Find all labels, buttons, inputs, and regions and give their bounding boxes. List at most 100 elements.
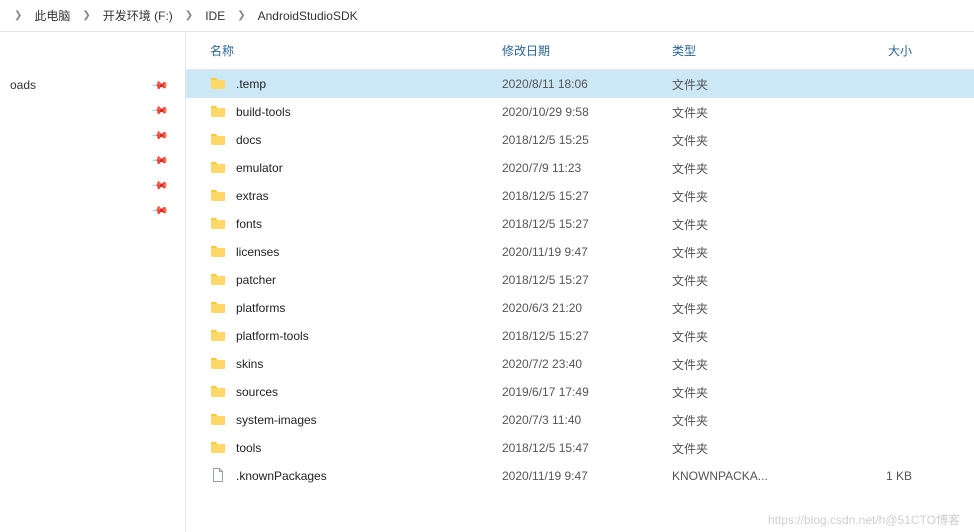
- quick-access-label: oads: [10, 78, 36, 92]
- file-type: 文件夹: [666, 328, 836, 345]
- file-row[interactable]: patcher 2018/12/5 15:27文件夹: [186, 266, 974, 294]
- file-type: 文件夹: [666, 160, 836, 177]
- file-type: 文件夹: [666, 244, 836, 261]
- column-date[interactable]: 修改日期: [496, 42, 666, 59]
- file-row[interactable]: .temp 2020/8/11 18:06文件夹: [186, 70, 974, 98]
- file-name-cell[interactable]: tools: [186, 439, 496, 458]
- file-icon: [210, 467, 236, 486]
- file-row[interactable]: sources 2019/6/17 17:49文件夹: [186, 378, 974, 406]
- folder-icon: [210, 439, 236, 458]
- pin-icon: 📌: [151, 176, 170, 195]
- breadcrumb-item[interactable]: AndroidStudioSDK: [254, 7, 362, 25]
- column-name[interactable]: 名称: [186, 42, 496, 59]
- file-row[interactable]: tools 2018/12/5 15:47文件夹: [186, 434, 974, 462]
- file-name: docs: [236, 133, 261, 147]
- file-name: .temp: [236, 77, 266, 91]
- file-name-cell[interactable]: patcher: [186, 271, 496, 290]
- file-type: 文件夹: [666, 76, 836, 93]
- file-date: 2020/7/2 23:40: [496, 357, 666, 371]
- file-row[interactable]: skins2020/7/2 23:40文件夹: [186, 350, 974, 378]
- breadcrumb-item[interactable]: IDE: [201, 7, 229, 25]
- file-name: build-tools: [236, 105, 291, 119]
- file-name: tools: [236, 441, 261, 455]
- column-type[interactable]: 类型: [666, 42, 836, 59]
- file-name-cell[interactable]: .temp: [186, 75, 496, 94]
- file-type: 文件夹: [666, 356, 836, 373]
- folder-icon: [210, 103, 236, 122]
- folder-icon: [210, 75, 236, 94]
- file-name-cell[interactable]: platform-tools: [186, 327, 496, 346]
- file-row[interactable]: emulator2020/7/9 11:23文件夹: [186, 154, 974, 182]
- folder-icon: [210, 411, 236, 430]
- file-name-cell[interactable]: docs: [186, 131, 496, 150]
- file-name-cell[interactable]: skins: [186, 355, 496, 374]
- chevron-right-icon: ❯: [185, 10, 193, 21]
- file-type: 文件夹: [666, 384, 836, 401]
- file-date: 2018/12/5 15:27: [496, 273, 666, 287]
- file-date: 2020/11/19 9:47: [496, 245, 666, 259]
- file-size: 1 KB: [836, 469, 936, 483]
- file-name-cell[interactable]: extras: [186, 187, 496, 206]
- chevron-right-icon: ❯: [82, 10, 90, 21]
- folder-icon: [210, 187, 236, 206]
- folder-icon: [210, 383, 236, 402]
- file-date: 2020/8/11 18:06: [496, 77, 666, 91]
- file-name: extras: [236, 189, 269, 203]
- file-row[interactable]: licenses2020/11/19 9:47文件夹: [186, 238, 974, 266]
- quick-access-item[interactable]: 📌: [0, 198, 185, 223]
- file-type: 文件夹: [666, 188, 836, 205]
- file-name: sources: [236, 385, 278, 399]
- file-row[interactable]: .knownPackages2020/11/19 9:47KNOWNPACKA.…: [186, 462, 974, 490]
- file-name: patcher: [236, 273, 276, 287]
- breadcrumb[interactable]: ❯ 此电脑 ❯ 开发环境 (F:) ❯ IDE ❯ AndroidStudioS…: [0, 0, 974, 32]
- quick-access-item[interactable]: 📌: [0, 123, 185, 148]
- chevron-right-icon: ❯: [14, 10, 22, 21]
- breadcrumb-item[interactable]: 开发环境 (F:): [99, 5, 177, 26]
- quick-access-item[interactable]: 📌: [0, 98, 185, 123]
- file-date: 2020/7/9 11:23: [496, 161, 666, 175]
- nav-pane[interactable]: oads 📌 📌 📌 📌 📌 📌: [0, 32, 186, 532]
- file-row[interactable]: extras2018/12/5 15:27文件夹: [186, 182, 974, 210]
- file-name-cell[interactable]: .knownPackages: [186, 467, 496, 486]
- file-name-cell[interactable]: build-tools: [186, 103, 496, 122]
- file-row[interactable]: platform-tools 2018/12/5 15:27文件夹: [186, 322, 974, 350]
- file-date: 2018/12/5 15:47: [496, 441, 666, 455]
- column-headers[interactable]: 名称 修改日期 类型 大小: [186, 32, 974, 70]
- folder-icon: [210, 355, 236, 374]
- file-date: 2018/12/5 15:25: [496, 133, 666, 147]
- file-name: platform-tools: [236, 329, 309, 343]
- file-name-cell[interactable]: platforms: [186, 299, 496, 318]
- file-name: system-images: [236, 413, 317, 427]
- file-type: 文件夹: [666, 440, 836, 457]
- pin-icon: 📌: [151, 126, 170, 145]
- file-name: .knownPackages: [236, 469, 327, 483]
- file-row[interactable]: platforms2020/6/3 21:20文件夹: [186, 294, 974, 322]
- chevron-right-icon: ❯: [237, 10, 245, 21]
- file-date: 2019/6/17 17:49: [496, 385, 666, 399]
- file-name: fonts: [236, 217, 262, 231]
- file-type: 文件夹: [666, 272, 836, 289]
- file-date: 2020/11/19 9:47: [496, 469, 666, 483]
- file-type: 文件夹: [666, 216, 836, 233]
- file-row[interactable]: build-tools2020/10/29 9:58文件夹: [186, 98, 974, 126]
- file-row[interactable]: system-images2020/7/3 11:40文件夹: [186, 406, 974, 434]
- file-date: 2020/10/29 9:58: [496, 105, 666, 119]
- folder-icon: [210, 215, 236, 234]
- quick-access-item[interactable]: 📌: [0, 148, 185, 173]
- folder-icon: [210, 327, 236, 346]
- file-name-cell[interactable]: sources: [186, 383, 496, 402]
- quick-access-item[interactable]: 📌: [0, 173, 185, 198]
- column-size[interactable]: 大小: [836, 42, 936, 59]
- file-name-cell[interactable]: emulator: [186, 159, 496, 178]
- file-name-cell[interactable]: system-images: [186, 411, 496, 430]
- file-row[interactable]: fonts2018/12/5 15:27文件夹: [186, 210, 974, 238]
- file-row[interactable]: docs2018/12/5 15:25文件夹: [186, 126, 974, 154]
- file-list[interactable]: 名称 修改日期 类型 大小 .temp2020/8/11 18:06文件夹bui…: [186, 32, 974, 532]
- breadcrumb-item[interactable]: 此电脑: [30, 5, 74, 26]
- folder-icon: [210, 159, 236, 178]
- file-date: 2018/12/5 15:27: [496, 329, 666, 343]
- quick-access-item[interactable]: oads 📌: [0, 72, 185, 98]
- file-name-cell[interactable]: licenses: [186, 243, 496, 262]
- folder-icon: [210, 271, 236, 290]
- file-name-cell[interactable]: fonts: [186, 215, 496, 234]
